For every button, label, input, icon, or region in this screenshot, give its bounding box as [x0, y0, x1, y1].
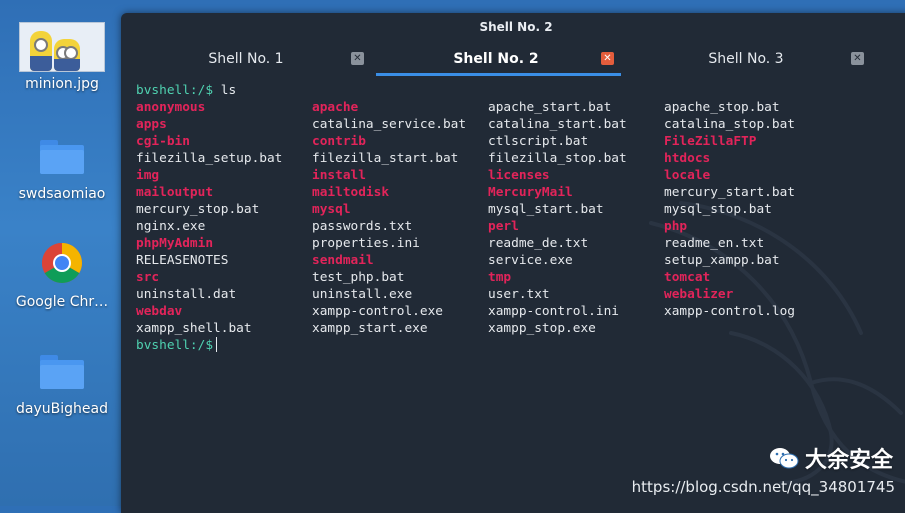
tab-close-icon[interactable]: ✕	[851, 52, 864, 65]
active-command-line[interactable]: bvshell:/$	[136, 337, 905, 354]
ls-entry-file: catalina_start.bat	[488, 117, 627, 132]
ls-entry-directory: mysql	[312, 202, 351, 217]
image-thumbnail	[19, 22, 105, 72]
window-titlebar[interactable]: Shell No. 2	[121, 13, 905, 41]
ls-entry-directory: FileZillaFTP	[664, 134, 757, 149]
desktop-icon-label: Google Chr…	[15, 294, 109, 310]
ls-entry-directory: install	[312, 168, 366, 183]
ls-entry-file: mysql_stop.bat	[664, 202, 772, 217]
tab-bar: Shell No. 1 ✕ Shell No. 2 ✕ Shell No. 3 …	[121, 41, 905, 76]
ls-entry-file: xampp_stop.exe	[488, 321, 596, 336]
ls-entry-directory: mailoutput	[136, 185, 214, 200]
tab-close-icon[interactable]: ✕	[601, 52, 614, 65]
folder-icon	[40, 140, 84, 174]
ls-entry-directory: img	[136, 168, 160, 183]
wechat-icon	[769, 448, 799, 469]
ls-entry-file: setup_xampp.bat	[664, 253, 780, 268]
ls-entry-file: ctlscript.bat	[488, 134, 589, 149]
desktop-icon-label: minion.jpg	[25, 76, 99, 92]
ls-entry-file: apache_start.bat	[488, 100, 612, 115]
active-tab-indicator	[376, 73, 621, 76]
ls-entry-file: test_php.bat	[312, 270, 405, 285]
tab-shell-3[interactable]: Shell No. 3 ✕	[621, 41, 871, 75]
ls-entry-file: filezilla_stop.bat	[488, 151, 627, 166]
minion-figure	[30, 31, 52, 71]
ls-entry-file: readme_en.txt	[664, 236, 765, 251]
ls-entry-file: catalina_stop.bat	[664, 117, 795, 132]
ls-entry-directory: tomcat	[664, 270, 711, 285]
ls-entry-file: mercury_stop.bat	[136, 202, 260, 217]
minion-figure	[54, 39, 80, 71]
ls-entry-file: xampp_start.exe	[312, 321, 428, 336]
ls-entry-directory: locale	[664, 168, 711, 183]
tab-shell-1[interactable]: Shell No. 1 ✕	[121, 41, 371, 75]
ls-entry-directory: apps	[136, 117, 167, 132]
ls-entry-file: xampp_shell.bat	[136, 321, 252, 336]
desktop-icon-google-chrome[interactable]: Google Chr…	[14, 242, 110, 310]
ls-entry-directory: src	[136, 270, 160, 285]
ls-entry-directory: contrib	[312, 134, 366, 149]
ls-entry-directory: tmp	[488, 270, 512, 285]
window-title: Shell No. 2	[479, 20, 553, 34]
tab-label: Shell No. 1	[208, 51, 284, 67]
desktop-icon-label: dayuBighead	[16, 401, 108, 417]
desktop-icon-label: swdsaomiao	[18, 186, 106, 202]
ls-entry-file: nginx.exe	[136, 219, 206, 234]
ls-entry-directory: cgi-bin	[136, 134, 190, 149]
desktop-icon-minion-jpg[interactable]: minion.jpg	[14, 22, 110, 92]
ls-entry-directory: licenses	[488, 168, 550, 183]
desktop-icon-swdsaomiao[interactable]: swdsaomiao	[14, 140, 110, 202]
ls-entry-file: xampp-control.exe	[312, 304, 443, 319]
ls-entry-directory: mailtodisk	[312, 185, 390, 200]
ls-entry-directory: php	[664, 219, 688, 234]
ls-entry-directory: phpMyAdmin	[136, 236, 214, 251]
tab-label: Shell No. 2	[453, 51, 539, 67]
ls-entry-file: mercury_start.bat	[664, 185, 795, 200]
tab-close-icon[interactable]: ✕	[351, 52, 364, 65]
wechat-watermark: 大余安全	[769, 442, 893, 474]
ls-entry-file: xampp-control.log	[664, 304, 795, 319]
tab-label: Shell No. 3	[708, 51, 784, 67]
ls-entry-file: service.exe	[488, 253, 573, 268]
ls-entry-file: filezilla_start.bat	[312, 151, 459, 166]
ls-entry-file: readme_de.txt	[488, 236, 589, 251]
ls-entry-file: mysql_start.bat	[488, 202, 604, 217]
ls-entry-file: user.txt	[488, 287, 550, 302]
ls-entry-directory: webdav	[136, 304, 183, 319]
ls-entry-file: xampp-control.ini	[488, 304, 619, 319]
text-cursor	[216, 337, 218, 352]
command-text: ls	[220, 83, 237, 98]
source-url: https://blog.csdn.net/qq_34801745	[631, 478, 895, 496]
ls-entry-file: apache_stop.bat	[664, 100, 780, 115]
desktop-icon-dayubighead[interactable]: dayuBighead	[14, 355, 110, 417]
ls-entry-directory: htdocs	[664, 151, 711, 166]
ls-entry-file: RELEASENOTES	[136, 253, 229, 268]
command-line: bvshell:/$ ls	[136, 82, 905, 99]
terminal-window[interactable]: Shell No. 2 Shell No. 1 ✕ Shell No. 2 ✕ …	[121, 13, 905, 513]
ls-entry-directory: apache	[312, 100, 359, 115]
folder-icon	[40, 355, 84, 389]
shell-prompt: bvshell:/$	[136, 338, 214, 353]
ls-entry-directory: perl	[488, 219, 519, 234]
ls-entry-file: properties.ini	[312, 236, 420, 251]
ls-entry-directory: sendmail	[312, 253, 374, 268]
ls-listing: anonymous apache apache_start.bat apache_st…	[136, 99, 905, 337]
chrome-icon	[42, 243, 82, 283]
ls-entry-file: catalina_service.bat	[312, 117, 467, 132]
shell-prompt: bvshell:/$	[136, 83, 214, 98]
ls-entry-directory: anonymous	[136, 100, 206, 115]
ls-entry-file: filezilla_setup.bat	[136, 151, 283, 166]
tab-shell-2[interactable]: Shell No. 2 ✕	[371, 41, 621, 76]
ls-entry-directory: webalizer	[664, 287, 734, 302]
ls-entry-file: passwords.txt	[312, 219, 413, 234]
watermark-text: 大余安全	[804, 448, 893, 473]
ls-entry-file: uninstall.exe	[312, 287, 413, 302]
ls-entry-directory: MercuryMail	[488, 185, 573, 200]
ls-entry-file: uninstall.dat	[136, 287, 237, 302]
